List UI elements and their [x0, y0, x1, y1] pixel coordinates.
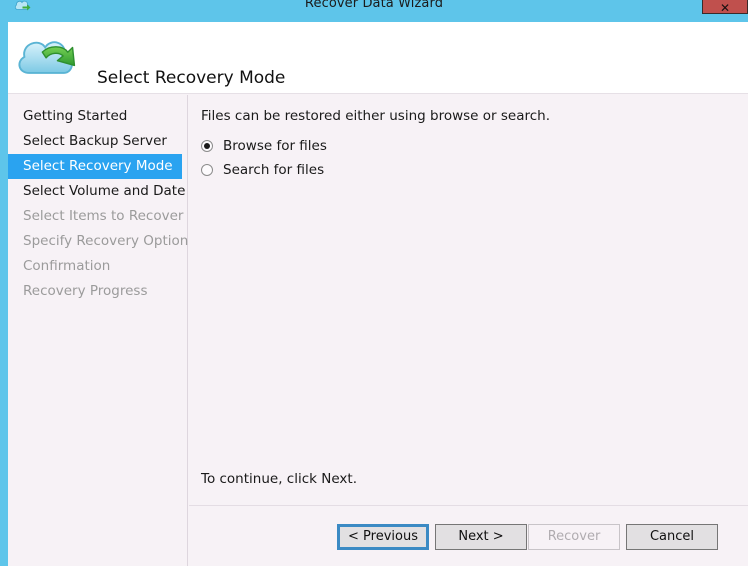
sidebar-item-label: Select Volume and Date: [23, 183, 186, 199]
sidebar-item-label: Specify Recovery Options: [23, 233, 196, 249]
sidebar-item-label: Select Recovery Mode: [23, 158, 173, 174]
sidebar-item-label: Getting Started: [23, 108, 128, 124]
page-title: Select Recovery Mode: [97, 68, 286, 88]
sidebar-item-select-volume-and-date[interactable]: Select Volume and Date: [8, 179, 187, 204]
radio-browse-for-files[interactable]: Browse for files: [201, 136, 327, 156]
close-icon[interactable]: ✕: [702, 0, 748, 15]
next-button[interactable]: Next >: [435, 524, 527, 550]
previous-button[interactable]: < Previous: [337, 524, 429, 550]
sidebar-item-label: Select Backup Server: [23, 133, 167, 149]
radio-label: Browse for files: [223, 138, 327, 154]
sidebar-item-label: Confirmation: [23, 258, 111, 274]
sidebar-item-specify-recovery-options: Specify Recovery Options: [8, 229, 195, 254]
sidebar-item-recovery-progress: Recovery Progress: [8, 279, 187, 304]
cloud-recover-icon: [14, 25, 82, 85]
radio-search-for-files[interactable]: Search for files: [201, 160, 324, 180]
title-bar: Recover Data Wizard ✕: [0, 0, 748, 22]
radio-label: Search for files: [223, 162, 325, 178]
wizard-steps-sidebar: Getting Started Select Backup Server Sel…: [8, 95, 195, 566]
accent-strip: [0, 22, 8, 566]
wizard-header: Select Recovery Mode: [8, 22, 748, 94]
close-glyph: ✕: [719, 1, 731, 15]
recover-button: Recover: [528, 524, 620, 550]
cancel-button[interactable]: Cancel: [626, 524, 718, 550]
sidebar-item-label: Recovery Progress: [23, 283, 148, 299]
wizard-button-bar: < Previous Next > Recover Cancel: [189, 505, 748, 566]
content-pane: Files can be restored either using brows…: [189, 95, 748, 505]
sidebar-item-confirmation: Confirmation: [8, 254, 187, 279]
intro-text: Files can be restored either using brows…: [201, 108, 550, 124]
sidebar-item-select-items-to-recover: Select Items to Recover: [8, 204, 187, 229]
sidebar-item-select-backup-server[interactable]: Select Backup Server: [8, 129, 187, 154]
radio-selected-icon[interactable]: [201, 140, 213, 152]
sidebar-item-label: Select Items to Recover: [23, 208, 184, 224]
sidebar-item-getting-started[interactable]: Getting Started: [8, 104, 187, 129]
recover-data-wizard-window: Recover Data Wizard ✕ Select Recovery Mo…: [0, 0, 748, 566]
footnote-text: To continue, click Next.: [201, 471, 357, 487]
window-title: Recover Data Wizard: [304, 0, 444, 11]
sidebar-item-select-recovery-mode[interactable]: Select Recovery Mode: [8, 154, 182, 179]
radio-unselected-icon[interactable]: [201, 164, 213, 176]
